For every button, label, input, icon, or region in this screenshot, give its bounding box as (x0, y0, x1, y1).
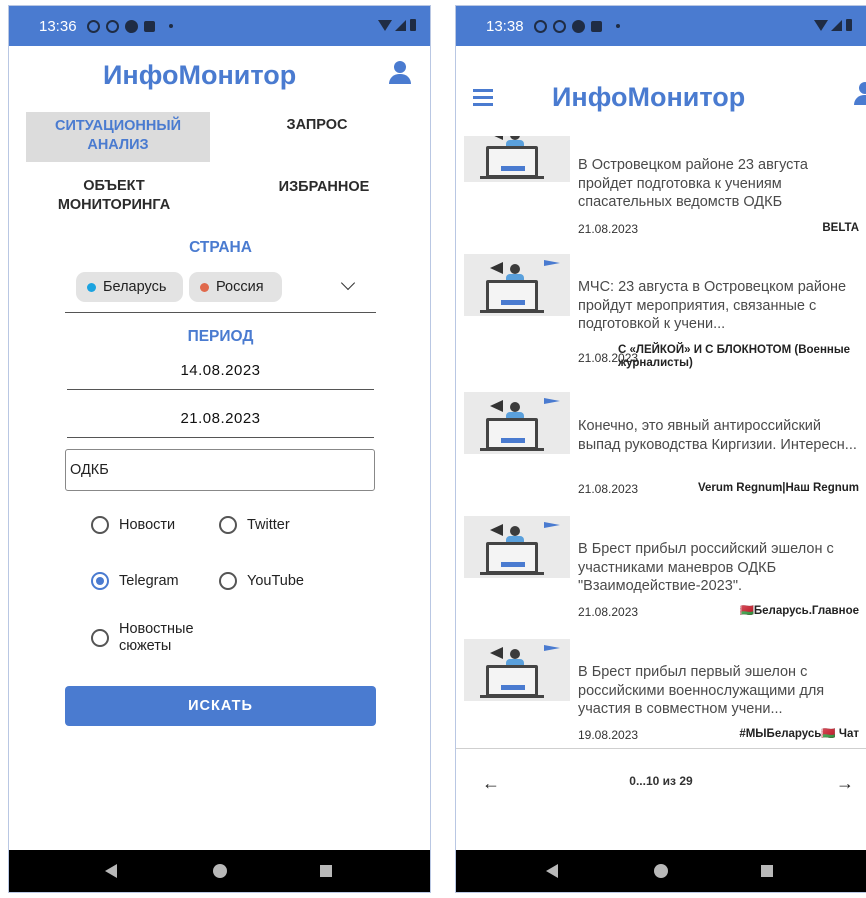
back-icon[interactable] (105, 864, 117, 878)
chip-belarus[interactable]: Беларусь (76, 272, 183, 302)
app-title: ИнфоМонитор (552, 82, 746, 112)
news-title: В Брест прибыл российский эшелон с участ… (578, 541, 834, 594)
news-source: Verum Regnum|Наш Regnum (697, 482, 859, 494)
notification-icon (571, 19, 585, 33)
radio-label: Новостные сюжеты (119, 621, 194, 654)
news-thumbnail (464, 136, 570, 182)
recents-icon[interactable] (320, 865, 332, 877)
news-thumbnail (464, 392, 570, 454)
pagination-bar: ← 0...10 из 29 → (456, 748, 866, 813)
home-icon[interactable] (213, 864, 227, 878)
account-icon[interactable] (389, 61, 411, 85)
news-title: Конечно, это явный антироссийский выпад … (578, 418, 857, 453)
news-item[interactable]: Конечно, это явный антироссийский выпад … (456, 392, 866, 516)
news-item[interactable]: В Островецком районе 23 августа пройдет … (456, 136, 866, 254)
radio-youtube[interactable]: YouTube (219, 572, 304, 590)
news-thumbnail (464, 516, 570, 578)
app-title: ИнфоМонитор (103, 60, 297, 90)
android-nav-bar (9, 850, 430, 892)
tab-query[interactable]: ЗАПРОС (257, 116, 377, 135)
notification-icon (143, 20, 155, 32)
notification-icon (105, 19, 119, 33)
tab-monitoring-object[interactable]: ОБЪЕКТ МОНИТОРИНГА (39, 177, 189, 215)
date-from-field[interactable]: 14.08.2023 (9, 362, 430, 379)
status-bar: 13:38 (456, 6, 866, 46)
date-to-field[interactable]: 21.08.2023 (9, 410, 430, 427)
news-thumbnail (464, 639, 570, 701)
chip-russia[interactable]: Россия (189, 272, 282, 302)
recents-icon[interactable] (761, 865, 773, 877)
news-date: 19.08.2023 (578, 728, 639, 742)
radio-circle (91, 629, 109, 647)
radio-circle (91, 572, 109, 590)
radio-label: Telegram (119, 573, 179, 589)
radio-circle (91, 516, 109, 534)
radio-twitter[interactable]: Twitter (219, 516, 290, 534)
news-title: В Брест прибыл первый эшелон с российски… (578, 664, 825, 717)
status-time: 13:36 (39, 17, 77, 35)
screen-search-form: 13:36 ИнфоМонитор СИТУАЦИОННЫЙ АНАЛИЗ ЗА… (8, 5, 431, 893)
notification-icon (590, 20, 602, 32)
back-icon[interactable] (546, 864, 558, 878)
radio-circle (219, 516, 237, 534)
news-date: 21.08.2023 (578, 482, 639, 496)
notification-icon (533, 19, 547, 33)
radio-label: Twitter (247, 517, 290, 533)
radio-label: Новости (119, 517, 176, 533)
radio-news-stories[interactable]: Новостные сюжеты (91, 621, 209, 655)
news-feed[interactable]: В Островецком районе 23 августа пройдет … (456, 136, 866, 748)
news-source: #МЫБеларусь🇧🇾 Чат (739, 728, 859, 740)
news-item[interactable]: В Брест прибыл первый эшелон с российски… (456, 639, 866, 748)
account-icon[interactable] (854, 82, 866, 106)
news-title: В Островецком районе 23 августа пройдет … (578, 157, 808, 210)
search-button[interactable]: ИСКАТЬ (65, 686, 376, 726)
screen-results: 13:38 ИнфоМонитор В Островецком районе 2… (455, 5, 866, 893)
wifi-icon (814, 19, 828, 31)
more-notifications-icon (615, 24, 620, 28)
chip-label: Россия (216, 279, 264, 295)
radio-news[interactable]: Новости (91, 516, 175, 534)
country-underline (65, 312, 376, 313)
news-thumbnail (464, 254, 570, 316)
tab-situational-analysis[interactable]: СИТУАЦИОННЫЙ АНАЛИЗ (26, 112, 210, 162)
query-input[interactable] (65, 449, 375, 491)
notification-icon (552, 19, 566, 33)
more-notifications-icon (168, 24, 173, 28)
battery-icon (846, 19, 852, 31)
chevron-down-icon[interactable] (340, 275, 356, 291)
radio-telegram[interactable]: Telegram (91, 572, 179, 590)
radio-label: YouTube (247, 573, 304, 589)
pagination-text: 0...10 из 29 (629, 774, 693, 788)
home-icon[interactable] (654, 864, 668, 878)
news-date: 21.08.2023 (578, 605, 639, 619)
date-from-underline (67, 389, 374, 390)
status-bar: 13:36 (9, 6, 430, 46)
news-item[interactable]: В Брест прибыл российский эшелон с участ… (456, 516, 866, 640)
news-item[interactable]: МЧС: 23 августа в Островецком районе про… (456, 254, 866, 392)
news-date: 21.08.2023 (578, 222, 639, 236)
battery-icon (410, 19, 416, 31)
news-source: BELTA (822, 222, 859, 234)
notification-icon (86, 19, 100, 33)
wifi-icon (378, 19, 392, 31)
menu-icon[interactable] (473, 89, 493, 106)
android-nav-bar (456, 850, 866, 892)
notification-icon (124, 19, 138, 33)
status-time: 13:38 (486, 17, 524, 35)
belarus-color-dot (87, 282, 96, 292)
period-label: ПЕРИОД (187, 328, 254, 345)
news-title: МЧС: 23 августа в Островецком районе про… (578, 279, 847, 332)
next-page-button[interactable]: → (836, 773, 854, 794)
signal-icon (831, 19, 842, 31)
chip-label: Беларусь (103, 279, 167, 295)
russia-color-dot (200, 282, 209, 292)
tab-favorites[interactable]: ИЗБРАННОЕ (259, 178, 389, 197)
country-label: СТРАНА (189, 239, 252, 256)
news-source: 🇧🇾Беларусь.Главное (739, 605, 859, 617)
signal-icon (395, 19, 406, 31)
news-source: С «ЛЕЙКОЙ» И С БЛОКНОТОМ (Военные журнал… (618, 344, 851, 369)
radio-circle (219, 572, 237, 590)
date-to-underline (67, 437, 374, 438)
